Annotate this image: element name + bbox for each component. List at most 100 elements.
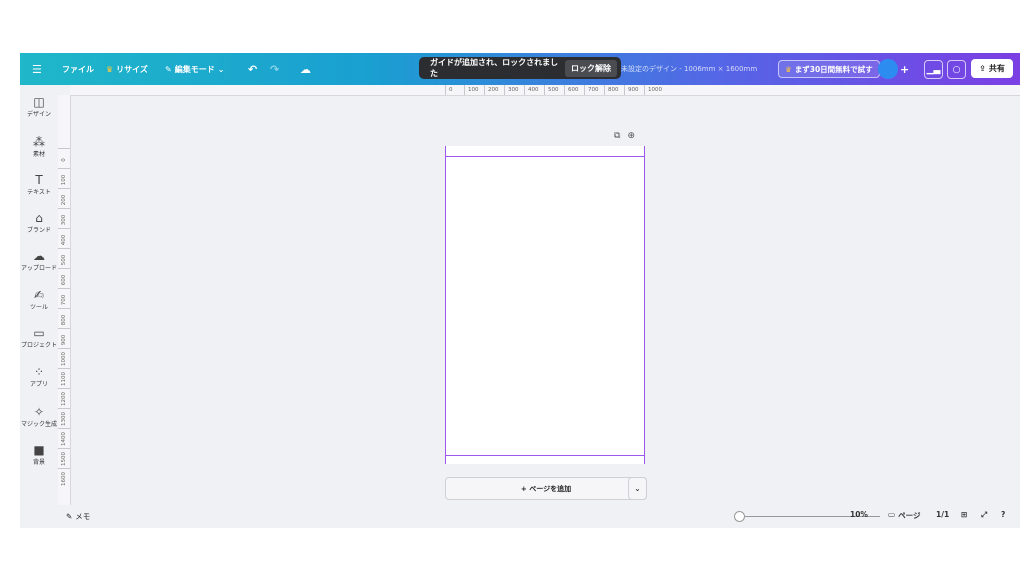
sidebar-item-uploads[interactable]: ☁ アップロード <box>20 249 58 272</box>
vertical-ruler: 0 100 200 300 400 500 600 700 800 900 10… <box>58 95 71 505</box>
edit-mode-dropdown[interactable]: ✎ 編集モード ⌄ <box>165 53 224 85</box>
page-actions: ⧉ ⊕ <box>614 131 635 141</box>
text-icon: T <box>35 173 43 187</box>
sidebar-item-elements[interactable]: ⁂ 素材 <box>20 135 58 158</box>
sidebar-item-projects[interactable]: ▭ プロジェクト <box>20 326 58 349</box>
sidebar-item-brand[interactable]: ⌂ ブランド <box>20 211 58 234</box>
upload-icon: ☁ <box>33 249 45 263</box>
sidebar-item-design[interactable]: ◫ デザイン <box>20 95 58 118</box>
toast-message: ガイドが追加され、ロックされました <box>430 58 559 78</box>
ruler-tick: 0 <box>58 148 70 163</box>
ruler-tick: 100 <box>58 168 70 185</box>
save-status-button[interactable]: ☁ <box>300 53 311 85</box>
ruler-tick: 800 <box>58 308 70 325</box>
ruler-tick: 900 <box>58 328 70 345</box>
folder-icon: ▭ <box>33 326 45 340</box>
ruler-tick: 1000 <box>644 85 662 95</box>
apps-icon: ⁘ <box>33 365 45 379</box>
notes-button[interactable]: ✎ メモ <box>66 511 90 522</box>
sidebar-item-background[interactable]: ■ 背景 <box>20 443 58 466</box>
pages-button[interactable]: ▭ ページ <box>888 510 920 521</box>
ruler-tick: 700 <box>58 288 70 305</box>
duplicate-page-icon[interactable]: ⧉ <box>614 131 620 141</box>
ruler-tick: 300 <box>504 85 519 95</box>
ruler-tick: 500 <box>58 248 70 265</box>
add-page-options-button[interactable]: ⌄ <box>628 477 647 500</box>
unlock-button[interactable]: ロック解除 <box>565 59 617 77</box>
redo-icon: ↷ <box>270 62 280 76</box>
chevron-down-icon: ⌄ <box>217 64 225 74</box>
grid-icon: ⊞ <box>961 510 968 519</box>
undo-icon: ↶ <box>248 62 258 76</box>
ruler-tick: 1500 <box>58 448 70 466</box>
ruler-tick: 600 <box>564 85 579 95</box>
crown-icon: ♛ <box>785 64 792 74</box>
sidebar-item-apps[interactable]: ⁘ アプリ <box>20 365 58 388</box>
comment-icon: ○ <box>952 64 961 75</box>
ruler-tick: 400 <box>58 228 70 245</box>
hamburger-icon: ☰ <box>32 62 42 76</box>
ruler-tick: 100 <box>464 85 479 95</box>
page-count[interactable]: 1/1 <box>936 510 949 519</box>
notes-icon: ✎ <box>66 512 73 521</box>
sidebar-item-tools[interactable]: ✍ ツール <box>20 288 58 311</box>
fullscreen-button[interactable]: ⤢ <box>981 510 987 520</box>
ruler-tick: 300 <box>58 208 70 225</box>
ruler-tick: 900 <box>624 85 639 95</box>
layout-icon: ◫ <box>33 95 45 109</box>
vertical-guide[interactable] <box>445 146 446 464</box>
undo-button[interactable]: ↶ <box>248 53 257 85</box>
crown-icon: ♛ <box>106 64 114 74</box>
sidebar-item-text[interactable]: T テキスト <box>20 173 58 196</box>
horizontal-ruler: 0 100 200 300 400 500 600 700 800 900 10… <box>70 85 1020 96</box>
main-menu-button[interactable]: ☰ <box>32 53 42 85</box>
ruler-tick: 1000 <box>58 348 70 366</box>
insights-button[interactable]: ▁▃ <box>924 60 943 79</box>
editor-window: ☰ ファイル ♛ リサイズ ✎ 編集モード ⌄ ↶ ↷ ☁ 未設定のデザイン -… <box>20 53 1020 528</box>
page-icon: ▭ <box>888 510 896 519</box>
pencil-icon: ✎ <box>165 64 172 74</box>
avatar[interactable] <box>878 59 898 79</box>
expand-icon: ⤢ <box>981 510 987 519</box>
ruler-tick: 1100 <box>58 368 70 386</box>
add-page-icon[interactable]: ⊕ <box>627 131 635 141</box>
help-icon: ? <box>1001 510 1006 519</box>
ruler-tick: 1300 <box>58 408 70 426</box>
design-title[interactable]: 未設定のデザイン - 1006mm × 1600mm <box>621 53 757 85</box>
elements-icon: ⁂ <box>33 135 45 149</box>
ruler-tick: 500 <box>544 85 559 95</box>
grid-view-button[interactable]: ⊞ <box>961 510 967 519</box>
ruler-tick: 0 <box>445 85 453 95</box>
resize-button[interactable]: ♛ リサイズ <box>106 53 148 85</box>
ruler-tick: 400 <box>524 85 539 95</box>
brand-icon: ⌂ <box>35 211 43 225</box>
add-page-button[interactable]: + ページを追加 <box>445 477 647 500</box>
horizontal-guide[interactable] <box>445 455 645 456</box>
file-menu[interactable]: ファイル <box>62 53 94 85</box>
sidebar-item-magic[interactable]: ✧ マジック生成 <box>20 405 58 428</box>
redo-button[interactable]: ↷ <box>270 53 279 85</box>
ruler-tick: 600 <box>58 268 70 285</box>
notification-toast: ガイドが追加され、ロックされました ロック解除 <box>419 57 621 79</box>
ruler-tick: 700 <box>584 85 599 95</box>
ruler-tick: 1400 <box>58 428 70 446</box>
zoom-slider-handle[interactable] <box>734 511 745 522</box>
background-icon: ■ <box>33 443 45 457</box>
ruler-tick: 1200 <box>58 388 70 406</box>
ruler-tick: 200 <box>58 188 70 205</box>
vertical-guide[interactable] <box>644 146 645 464</box>
zoom-level[interactable]: 10% <box>850 510 868 519</box>
plus-icon: + <box>900 63 910 76</box>
ruler-tick: 200 <box>484 85 499 95</box>
free-trial-button[interactable]: ♛ まず30日間無料で試す <box>778 60 880 78</box>
chevron-down-icon: ⌄ <box>634 484 641 493</box>
left-sidebar: ◫ デザイン ⁂ 素材 T テキスト ⌂ ブランド ☁ アップロード ✍ ツール… <box>20 85 58 528</box>
ruler-tick: 800 <box>604 85 619 95</box>
horizontal-guide[interactable] <box>445 156 645 157</box>
magic-icon: ✧ <box>33 405 45 419</box>
add-collaborator-button[interactable]: + <box>900 63 909 76</box>
share-button[interactable]: ⇪ 共有 <box>971 59 1013 78</box>
design-page[interactable] <box>445 146 645 464</box>
help-button[interactable]: ? <box>1001 510 1005 519</box>
comments-button[interactable]: ○ <box>947 60 966 79</box>
